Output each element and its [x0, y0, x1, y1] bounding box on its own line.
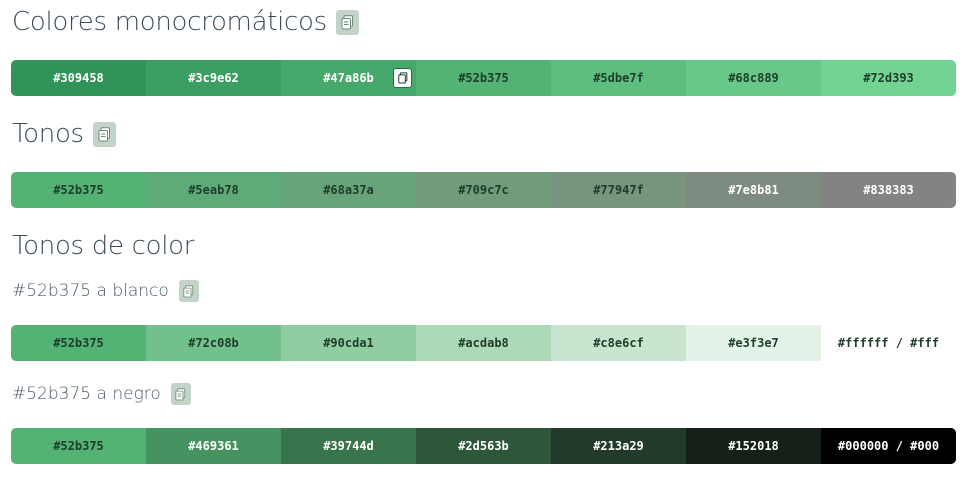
swatch-hex-label: #7e8b81	[728, 183, 779, 197]
copy-icon	[341, 14, 353, 29]
to-black-palette: #52b375 #469361 #39744d #2d563b #213a29 #1520…	[11, 428, 956, 464]
swatch-hex-label: #469361	[188, 439, 239, 453]
swatch-hex-label: #c8e6cf	[593, 336, 644, 350]
tones-title: Tonos	[12, 119, 84, 149]
swatch-hex-label: #309458	[53, 71, 104, 85]
swatch-hex-label: #68c889	[728, 71, 779, 85]
swatch-hex-label: #acdab8	[458, 336, 509, 350]
color-swatch[interactable]: #469361	[146, 428, 281, 464]
color-swatch[interactable]: #72c08b	[146, 325, 281, 361]
shades-heading: Tonos de color	[12, 231, 194, 261]
swatch-hex-label: #e3f3e7	[728, 336, 779, 350]
color-swatch[interactable]: #c8e6cf	[551, 325, 686, 361]
shades-title: Tonos de color	[12, 231, 195, 261]
swatch-hex-label: #52b375	[458, 71, 509, 85]
swatch-hex-label: #5dbe7f	[593, 71, 644, 85]
swatch-hex-label: #52b375	[53, 336, 104, 350]
copy-icon	[397, 72, 407, 84]
color-swatch[interactable]: #52b375	[11, 325, 146, 361]
swatch-hex-label: #3c9e62	[188, 71, 239, 85]
color-swatch[interactable]: #152018	[686, 428, 821, 464]
color-swatch[interactable]: #213a29	[551, 428, 686, 464]
color-swatch[interactable]: #5dbe7f	[551, 60, 686, 96]
to-white-copy-button[interactable]	[178, 280, 199, 302]
mono-copy-button[interactable]	[335, 9, 359, 35]
swatch-hex-label: #52b375	[53, 183, 104, 197]
to-black-copy-button[interactable]	[170, 383, 191, 405]
color-swatch[interactable]: #acdab8	[416, 325, 551, 361]
swatch-hex-label: #39744d	[323, 439, 374, 453]
swatch-copy-button[interactable]	[393, 68, 412, 88]
tones-palette: #52b375 #5eab78 #68a37a #709c7c #77947f #7e8b…	[11, 172, 956, 208]
tones-copy-button[interactable]	[92, 121, 116, 147]
swatch-hex-label: #77947f	[593, 183, 644, 197]
color-swatch[interactable]: #838383	[821, 172, 956, 208]
color-swatch[interactable]: #5eab78	[146, 172, 281, 208]
color-swatch[interactable]: #68a37a	[281, 172, 416, 208]
color-swatch[interactable]: #52b375	[416, 60, 551, 96]
mono-palette: #309458 #3c9e62 #47a86b #52b375 #5dbe7f #68c8…	[11, 60, 956, 96]
swatch-hex-label: #5eab78	[188, 183, 239, 197]
color-swatch[interactable]: #7e8b81	[686, 172, 821, 208]
swatch-hex-label: #47a86b	[323, 71, 374, 85]
color-swatch[interactable]: #709c7c	[416, 172, 551, 208]
swatch-hex-label: #68a37a	[323, 183, 374, 197]
to-white-palette: #52b375 #72c08b #90cda1 #acdab8 #c8e6cf #e3f3…	[11, 325, 956, 361]
swatch-hex-label: #709c7c	[458, 183, 509, 197]
swatch-hex-label: #838383	[863, 183, 914, 197]
color-swatch[interactable]: #47a86b	[281, 60, 416, 96]
color-swatch[interactable]: #000000 / #000	[821, 428, 956, 464]
to-black-title: #52b375 a negro	[12, 384, 161, 404]
color-swatch[interactable]: #52b375	[11, 172, 146, 208]
to-white-heading: #52b375 a blanco	[12, 280, 199, 302]
to-black-heading: #52b375 a negro	[12, 383, 191, 405]
color-swatch[interactable]: #39744d	[281, 428, 416, 464]
swatch-hex-label: #90cda1	[323, 336, 374, 350]
copy-icon	[98, 126, 110, 141]
color-swatch[interactable]: #ffffff / #fff	[821, 325, 956, 361]
swatch-hex-label: #72c08b	[188, 336, 239, 350]
color-swatch[interactable]: #90cda1	[281, 325, 416, 361]
color-swatch[interactable]: #3c9e62	[146, 60, 281, 96]
mono-title: Colores monocromáticos	[12, 7, 327, 37]
to-white-title: #52b375 a blanco	[12, 281, 169, 301]
swatch-hex-label: #000000 / #000	[837, 439, 940, 453]
swatch-hex-label: #52b375	[53, 439, 104, 453]
swatch-hex-label: #152018	[728, 439, 779, 453]
color-swatch[interactable]: #52b375	[11, 428, 146, 464]
copy-icon	[175, 387, 186, 400]
swatch-hex-label: #213a29	[593, 439, 644, 453]
color-swatch[interactable]: #72d393	[821, 60, 956, 96]
tones-heading: Tonos	[12, 119, 116, 149]
copy-icon	[183, 284, 194, 297]
color-swatch[interactable]: #77947f	[551, 172, 686, 208]
swatch-hex-label: #ffffff / #fff	[837, 336, 940, 350]
color-swatch[interactable]: #e3f3e7	[686, 325, 821, 361]
mono-heading: Colores monocromáticos	[12, 7, 359, 37]
color-swatch[interactable]: #2d563b	[416, 428, 551, 464]
swatch-hex-label: #2d563b	[458, 439, 509, 453]
swatch-hex-label: #72d393	[863, 71, 914, 85]
color-swatch[interactable]: #68c889	[686, 60, 821, 96]
color-swatch[interactable]: #309458	[11, 60, 146, 96]
